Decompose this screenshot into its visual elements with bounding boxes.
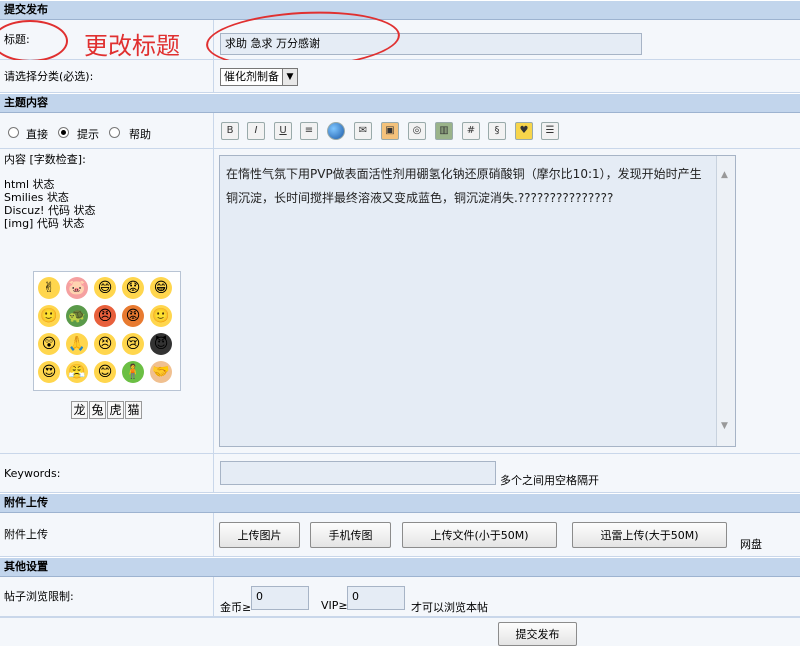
attachment-section-title: 附件上传 bbox=[4, 496, 48, 509]
font-color-icon[interactable]: ≡ bbox=[300, 122, 318, 140]
keywords-hint: 多个之间用空格隔开 bbox=[500, 474, 599, 487]
smiley-icon[interactable]: 😊 bbox=[94, 361, 116, 383]
bold-icon[interactable]: B bbox=[221, 122, 239, 140]
other-section-header: 其他设置 bbox=[0, 557, 800, 577]
keywords-input[interactable] bbox=[220, 461, 496, 485]
italic-icon[interactable]: I bbox=[247, 122, 265, 140]
smiley-icon[interactable]: 🙂 bbox=[150, 305, 172, 327]
email-icon[interactable]: ✉ bbox=[354, 122, 372, 140]
img-code-status: [img] 代码 状态 bbox=[4, 217, 85, 230]
netdisk-link[interactable]: 网盘 bbox=[740, 536, 762, 552]
thunder-upload-button[interactable]: 迅雷上传(大于50M) bbox=[572, 522, 727, 548]
category-cell bbox=[214, 60, 800, 93]
radio-hint-label: 提示 bbox=[77, 128, 99, 141]
zodiac-tab-dragon[interactable]: 龙 bbox=[71, 401, 88, 419]
quote-icon[interactable]: § bbox=[488, 122, 506, 140]
upload-image-button[interactable]: 上传图片 bbox=[219, 522, 300, 548]
smiley-icon[interactable]: 🧍 bbox=[122, 361, 144, 383]
smiley-icon[interactable]: 🐷 bbox=[66, 277, 88, 299]
smiley-icon[interactable]: 🙏 bbox=[66, 333, 88, 355]
submit-button[interactable]: 提交发布 bbox=[498, 622, 577, 646]
smiley-icon[interactable]: 🙂 bbox=[38, 305, 60, 327]
zodiac-tab-cat[interactable]: 猫 bbox=[125, 401, 142, 419]
radio-hint[interactable] bbox=[58, 127, 69, 138]
view-limit-label: 帖子浏览限制: bbox=[4, 590, 74, 603]
content-label: 内容 [字数检查]: bbox=[4, 153, 86, 166]
upload-file-button[interactable]: 上传文件(小于50M) bbox=[402, 522, 557, 548]
vip-label: VIP≥ bbox=[321, 599, 348, 612]
list-icon[interactable]: ☰ bbox=[541, 122, 559, 140]
radio-direct-label: 直接 bbox=[26, 128, 48, 141]
film-icon[interactable]: ▥ bbox=[435, 122, 453, 140]
heart-icon[interactable]: ♥ bbox=[515, 122, 533, 140]
smiley-icon[interactable]: 😡 bbox=[122, 305, 144, 327]
scroll-up-icon[interactable]: ▲ bbox=[721, 170, 728, 180]
view-limit-suffix: 才可以浏览本帖 bbox=[411, 601, 488, 614]
category-select[interactable]: 催化剂制备 ▼ bbox=[220, 68, 298, 86]
gold-input[interactable]: 0 bbox=[251, 586, 309, 610]
radio-help[interactable] bbox=[109, 127, 120, 138]
submit-section-header: 提交发布 bbox=[0, 0, 800, 20]
media-icon[interactable]: ◎ bbox=[408, 122, 426, 140]
keywords-label-cell: Keywords: bbox=[0, 454, 214, 493]
smiley-icon[interactable]: 😲 bbox=[38, 333, 60, 355]
content-textarea[interactable]: 在惰性气氛下用PVP做表面活性剂用硼氢化钠还原硝酸铜（摩尔比10:1），发现开始… bbox=[219, 155, 736, 447]
smiley-icon[interactable]: 😢 bbox=[122, 333, 144, 355]
category-label: 请选择分类(必选): bbox=[4, 70, 94, 83]
submit-section-title: 提交发布 bbox=[4, 3, 48, 16]
smiley-icon[interactable]: 😈 bbox=[150, 333, 172, 355]
smiley-icon[interactable]: 😣 bbox=[94, 333, 116, 355]
other-section-title: 其他设置 bbox=[4, 560, 48, 573]
code-icon[interactable]: # bbox=[462, 122, 480, 140]
category-select-value: 催化剂制备 bbox=[224, 70, 279, 83]
radio-help-label: 帮助 bbox=[129, 128, 151, 141]
content-section-title: 主题内容 bbox=[4, 96, 48, 109]
zodiac-tab-rabbit[interactable]: 兔 bbox=[89, 401, 106, 419]
chevron-down-icon[interactable]: ▼ bbox=[282, 69, 297, 85]
smiley-icon[interactable]: 😄 bbox=[94, 277, 116, 299]
category-label-cell: 请选择分类(必选): bbox=[0, 60, 214, 93]
image-icon[interactable]: ▣ bbox=[381, 122, 399, 140]
zodiac-tab-tiger[interactable]: 虎 bbox=[107, 401, 124, 419]
gold-label: 金币≥ bbox=[220, 601, 252, 614]
view-limit-label-cell: 帖子浏览限制: bbox=[0, 577, 214, 617]
phone-upload-button[interactable]: 手机传图 bbox=[310, 522, 391, 548]
smiley-icon[interactable]: 😍 bbox=[38, 361, 60, 383]
smiley-icon[interactable]: 😟 bbox=[122, 277, 144, 299]
underline-icon[interactable]: U bbox=[274, 122, 292, 140]
smilies-status: Smilies 状态 bbox=[4, 191, 69, 204]
smiley-icon[interactable]: 😠 bbox=[94, 305, 116, 327]
footer-area bbox=[0, 617, 800, 646]
smiley-icon[interactable]: 😁 bbox=[150, 277, 172, 299]
content-scrollbar[interactable] bbox=[716, 156, 735, 446]
content-section-header: 主题内容 bbox=[0, 93, 800, 113]
annotation-text: 更改标题 bbox=[84, 32, 180, 60]
attachment-label-cell: 附件上传 bbox=[0, 513, 214, 557]
radio-direct[interactable] bbox=[8, 127, 19, 138]
globe-link-icon[interactable] bbox=[327, 122, 345, 140]
smiley-icon[interactable]: 😤 bbox=[66, 361, 88, 383]
keywords-label: Keywords: bbox=[4, 467, 61, 480]
scroll-down-icon[interactable]: ▼ bbox=[721, 421, 728, 431]
discuz-code-status: Discuz! 代码 状态 bbox=[4, 204, 96, 217]
smiley-icon[interactable]: 🐢 bbox=[66, 305, 88, 327]
smiley-icon[interactable]: ✌ bbox=[38, 277, 60, 299]
html-status: html 状态 bbox=[4, 178, 55, 191]
attachment-label: 附件上传 bbox=[4, 528, 48, 541]
vip-input[interactable]: 0 bbox=[347, 586, 405, 610]
smiley-icon[interactable]: 🤝 bbox=[150, 361, 172, 383]
attachment-section-header: 附件上传 bbox=[0, 493, 800, 513]
